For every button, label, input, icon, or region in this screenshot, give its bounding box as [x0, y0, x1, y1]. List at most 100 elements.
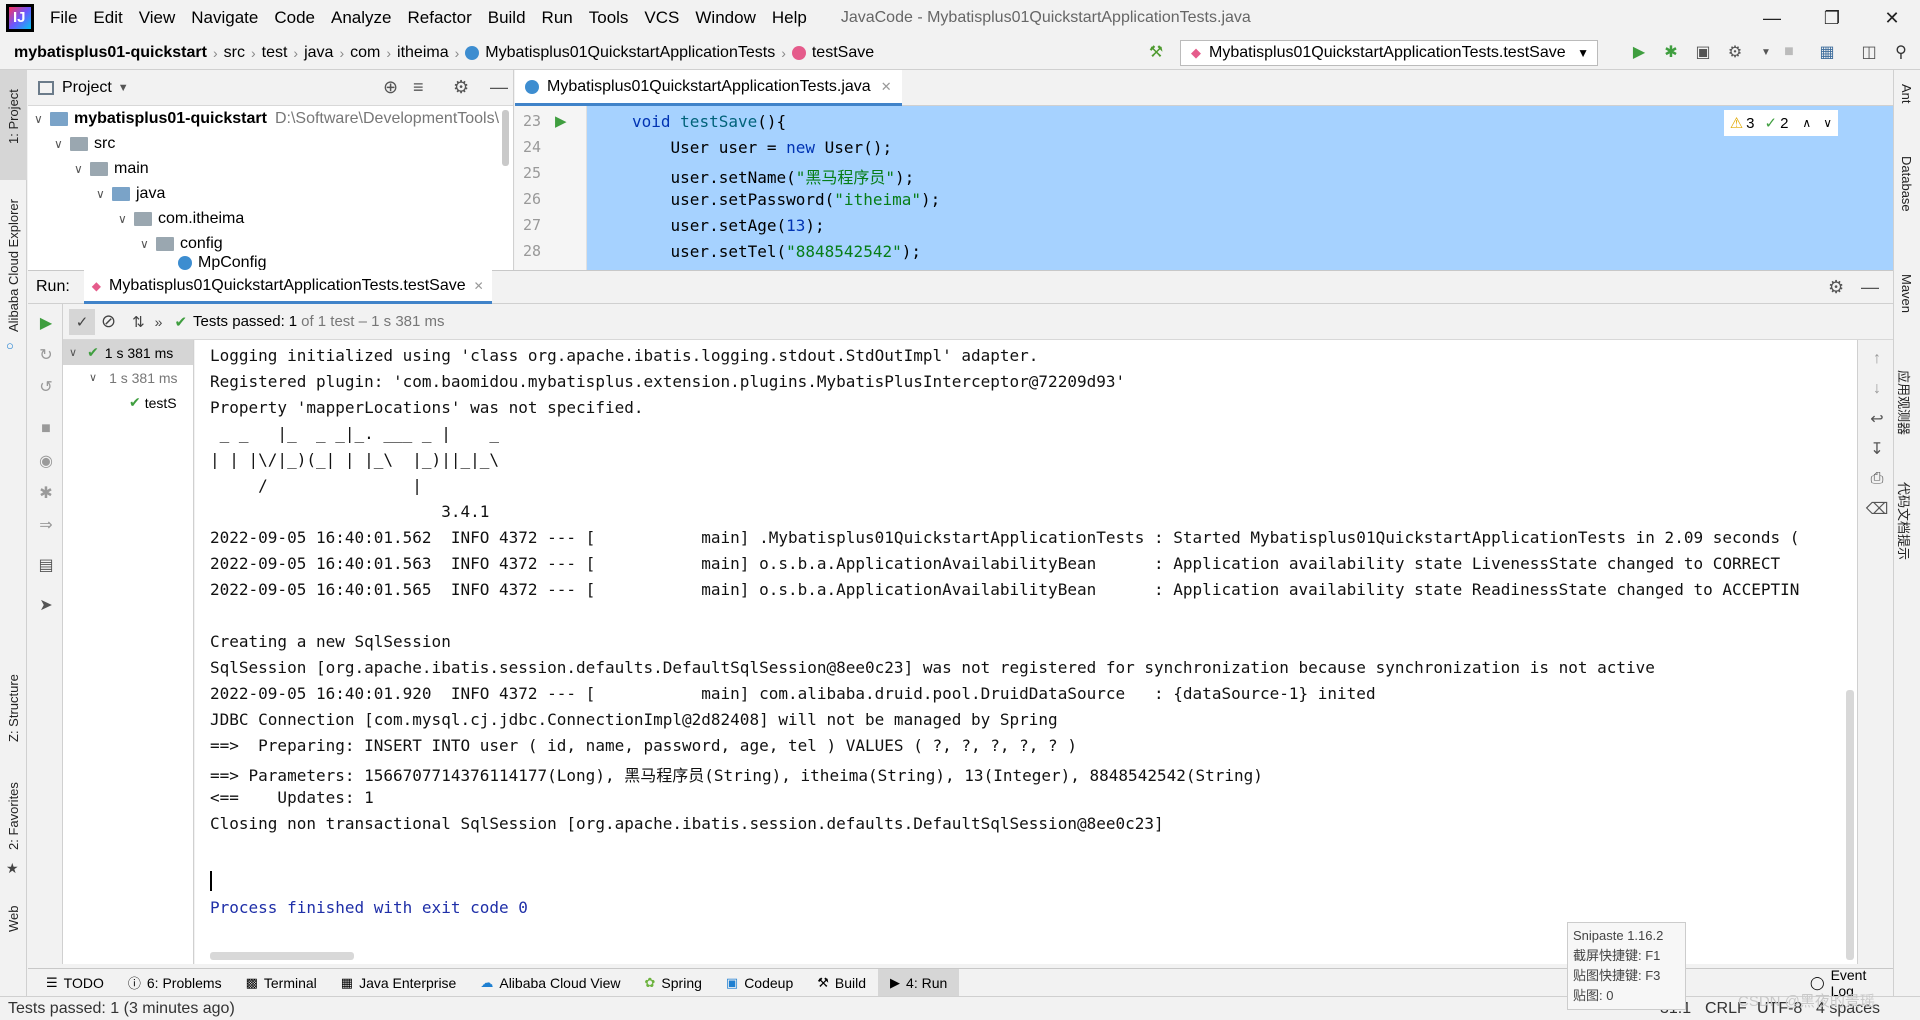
arrow-down-icon[interactable]: ↓: [1866, 378, 1888, 400]
run-tab[interactable]: ◆ Mybatisplus01QuickstartApplicationTest…: [83, 270, 492, 304]
rerun-failed-icon[interactable]: ↻: [35, 344, 57, 366]
inspection-widget[interactable]: ⚠ 3 ✓ 2 ∧ ∨: [1723, 110, 1838, 136]
close-window-button[interactable]: ✕: [1868, 0, 1916, 36]
scroll-to-end-icon[interactable]: ↧: [1866, 438, 1888, 460]
breadcrumb-com[interactable]: com: [344, 44, 386, 62]
tree-node-java[interactable]: ∨ java: [28, 181, 513, 206]
console-horizontal-scrollbar[interactable]: [210, 952, 354, 960]
menu-build[interactable]: Build: [480, 8, 534, 28]
ignore-icon[interactable]: ⊘: [101, 311, 116, 332]
menu-window[interactable]: Window: [687, 8, 763, 28]
java-enterprise-tool-button[interactable]: ▦ Java Enterprise: [329, 969, 469, 997]
status-message[interactable]: Tests passed: 1 (3 minutes ago): [8, 1000, 235, 1018]
profile-icon[interactable]: ⚙: [1724, 42, 1746, 62]
menu-run[interactable]: Run: [534, 8, 581, 28]
layout-icon[interactable]: ▤: [35, 554, 57, 576]
codeup-tool-button[interactable]: ▣ Codeup: [714, 969, 805, 997]
tree-node-src[interactable]: ∨ src: [28, 131, 513, 156]
run-test-gutter-icon[interactable]: ▶: [555, 112, 567, 130]
test-tree-class[interactable]: ∨ 1 s 381 ms: [63, 365, 193, 390]
run-tool-button[interactable]: ▶ 4: Run: [878, 968, 960, 997]
breadcrumb-test[interactable]: test: [256, 44, 294, 62]
toggle-auto-test-icon[interactable]: ↺: [35, 376, 57, 398]
alibaba-cloud-view-button[interactable]: ☁ Alibaba Cloud View: [468, 969, 632, 997]
soft-wrap-icon[interactable]: ↩: [1866, 408, 1888, 430]
run-configuration-select[interactable]: ◆ Mybatisplus01QuickstartApplicationTest…: [1180, 40, 1598, 66]
print-icon[interactable]: ⎙: [1866, 468, 1888, 490]
chevron-down-icon[interactable]: ▼: [1755, 42, 1777, 62]
menu-help[interactable]: Help: [764, 8, 815, 28]
terminal-tool-button[interactable]: ▩ Terminal: [234, 969, 329, 997]
code-editor[interactable]: 23 24 25 26 27 28 ▶ void testSave(){ Use…: [515, 106, 1893, 270]
stop-icon[interactable]: ■: [1778, 42, 1800, 62]
chevron-down-icon[interactable]: ▼: [118, 82, 129, 94]
rerun-icon[interactable]: ▶: [35, 312, 57, 334]
close-icon[interactable]: ✕: [881, 79, 892, 95]
menu-tools[interactable]: Tools: [581, 8, 637, 28]
chevron-up-icon[interactable]: ∧: [1802, 116, 1811, 130]
breadcrumb-method[interactable]: testSave: [786, 44, 880, 62]
arrow-up-icon[interactable]: ↑: [1866, 348, 1888, 370]
spring-tool-button[interactable]: ✿ Spring: [633, 969, 714, 997]
breadcrumb-src[interactable]: src: [218, 44, 251, 62]
favorites-tool-label[interactable]: 2: Favorites: [6, 782, 21, 850]
maximize-button[interactable]: ❐: [1808, 0, 1856, 36]
hide-panel-icon[interactable]: —: [490, 77, 508, 98]
coverage-icon[interactable]: ▣: [1692, 42, 1714, 62]
console-output[interactable]: Logging initialized using 'class org.apa…: [195, 340, 1857, 964]
more-icon[interactable]: »: [155, 314, 163, 330]
bug-icon[interactable]: ✱: [35, 482, 57, 504]
maven-tool-label[interactable]: Maven: [1899, 274, 1914, 313]
project-tool-label[interactable]: 1: Project: [6, 89, 21, 144]
debug-icon[interactable]: ✱: [1660, 42, 1682, 62]
test-tree-method[interactable]: ✔ testS: [63, 390, 193, 415]
database-tool-label[interactable]: Database: [1899, 156, 1914, 212]
app-observer-tool-label[interactable]: 应用观测器: [1895, 370, 1914, 435]
tab-test-file[interactable]: Mybatisplus01QuickstartApplicationTests.…: [515, 70, 902, 106]
pin-icon[interactable]: ➤: [35, 594, 57, 616]
trash-icon[interactable]: ⌫: [1866, 498, 1889, 520]
breadcrumb-itheima[interactable]: itheima: [391, 44, 455, 62]
search-icon[interactable]: ⚲: [1890, 42, 1912, 62]
problems-tool-button[interactable]: ⓘ 6: Problems: [116, 969, 234, 997]
tree-node-main[interactable]: ∨ main: [28, 156, 513, 181]
build-tool-button[interactable]: ⚒ Build: [805, 969, 878, 997]
check-button[interactable]: ✓: [69, 308, 95, 335]
menu-vcs[interactable]: VCS: [636, 8, 687, 28]
project-structure-icon[interactable]: ▦: [1816, 42, 1838, 62]
structure-tool-label[interactable]: Z: Structure: [6, 674, 21, 742]
menu-analyze[interactable]: Analyze: [323, 8, 399, 28]
presentation-icon[interactable]: ◫: [1858, 42, 1880, 62]
build-hammer-icon[interactable]: ⚒: [1145, 42, 1167, 62]
exit-icon[interactable]: ⇒: [35, 514, 57, 536]
camera-icon[interactable]: ◉: [35, 450, 57, 472]
breadcrumb-class[interactable]: Mybatisplus01QuickstartApplicationTests: [459, 44, 781, 62]
chevron-down-icon[interactable]: ∨: [1823, 116, 1832, 130]
minimize-button[interactable]: —: [1748, 0, 1796, 36]
alibaba-cloud-explorer-label[interactable]: Alibaba Cloud Explorer: [6, 199, 21, 332]
locate-icon[interactable]: ⊕: [383, 77, 398, 98]
ant-tool-label[interactable]: Ant: [1899, 84, 1914, 104]
menu-refactor[interactable]: Refactor: [399, 8, 479, 28]
web-tool-label[interactable]: Web: [6, 906, 21, 933]
tree-node-package[interactable]: ∨ com.itheima: [28, 206, 513, 231]
sort-icon[interactable]: ⇅: [132, 313, 145, 331]
console-vertical-scrollbar[interactable]: [1846, 690, 1854, 960]
test-tree-root[interactable]: ∨ ✔ 1 s 381 ms: [63, 340, 193, 365]
hide-panel-icon[interactable]: —: [1861, 277, 1879, 298]
project-view-select[interactable]: Project: [62, 79, 112, 97]
collapse-all-icon[interactable]: ≡: [413, 77, 424, 98]
gear-icon[interactable]: ⚙: [1828, 277, 1844, 298]
menu-code[interactable]: Code: [266, 8, 323, 28]
run-icon[interactable]: ▶: [1628, 42, 1650, 62]
stop-icon[interactable]: ■: [35, 418, 57, 440]
todo-tool-button[interactable]: ☰ TODO: [34, 969, 116, 997]
menu-edit[interactable]: Edit: [85, 8, 130, 28]
breadcrumb-java[interactable]: java: [298, 44, 339, 62]
project-scrollbar[interactable]: [502, 110, 509, 166]
tree-node-root[interactable]: ∨ mybatisplus01-quickstart D:\Software\D…: [28, 106, 513, 131]
menu-file[interactable]: File: [42, 8, 85, 28]
breadcrumb-project[interactable]: mybatisplus01-quickstart: [0, 44, 213, 62]
menu-navigate[interactable]: Navigate: [183, 8, 266, 28]
gear-icon[interactable]: ⚙: [453, 77, 469, 98]
